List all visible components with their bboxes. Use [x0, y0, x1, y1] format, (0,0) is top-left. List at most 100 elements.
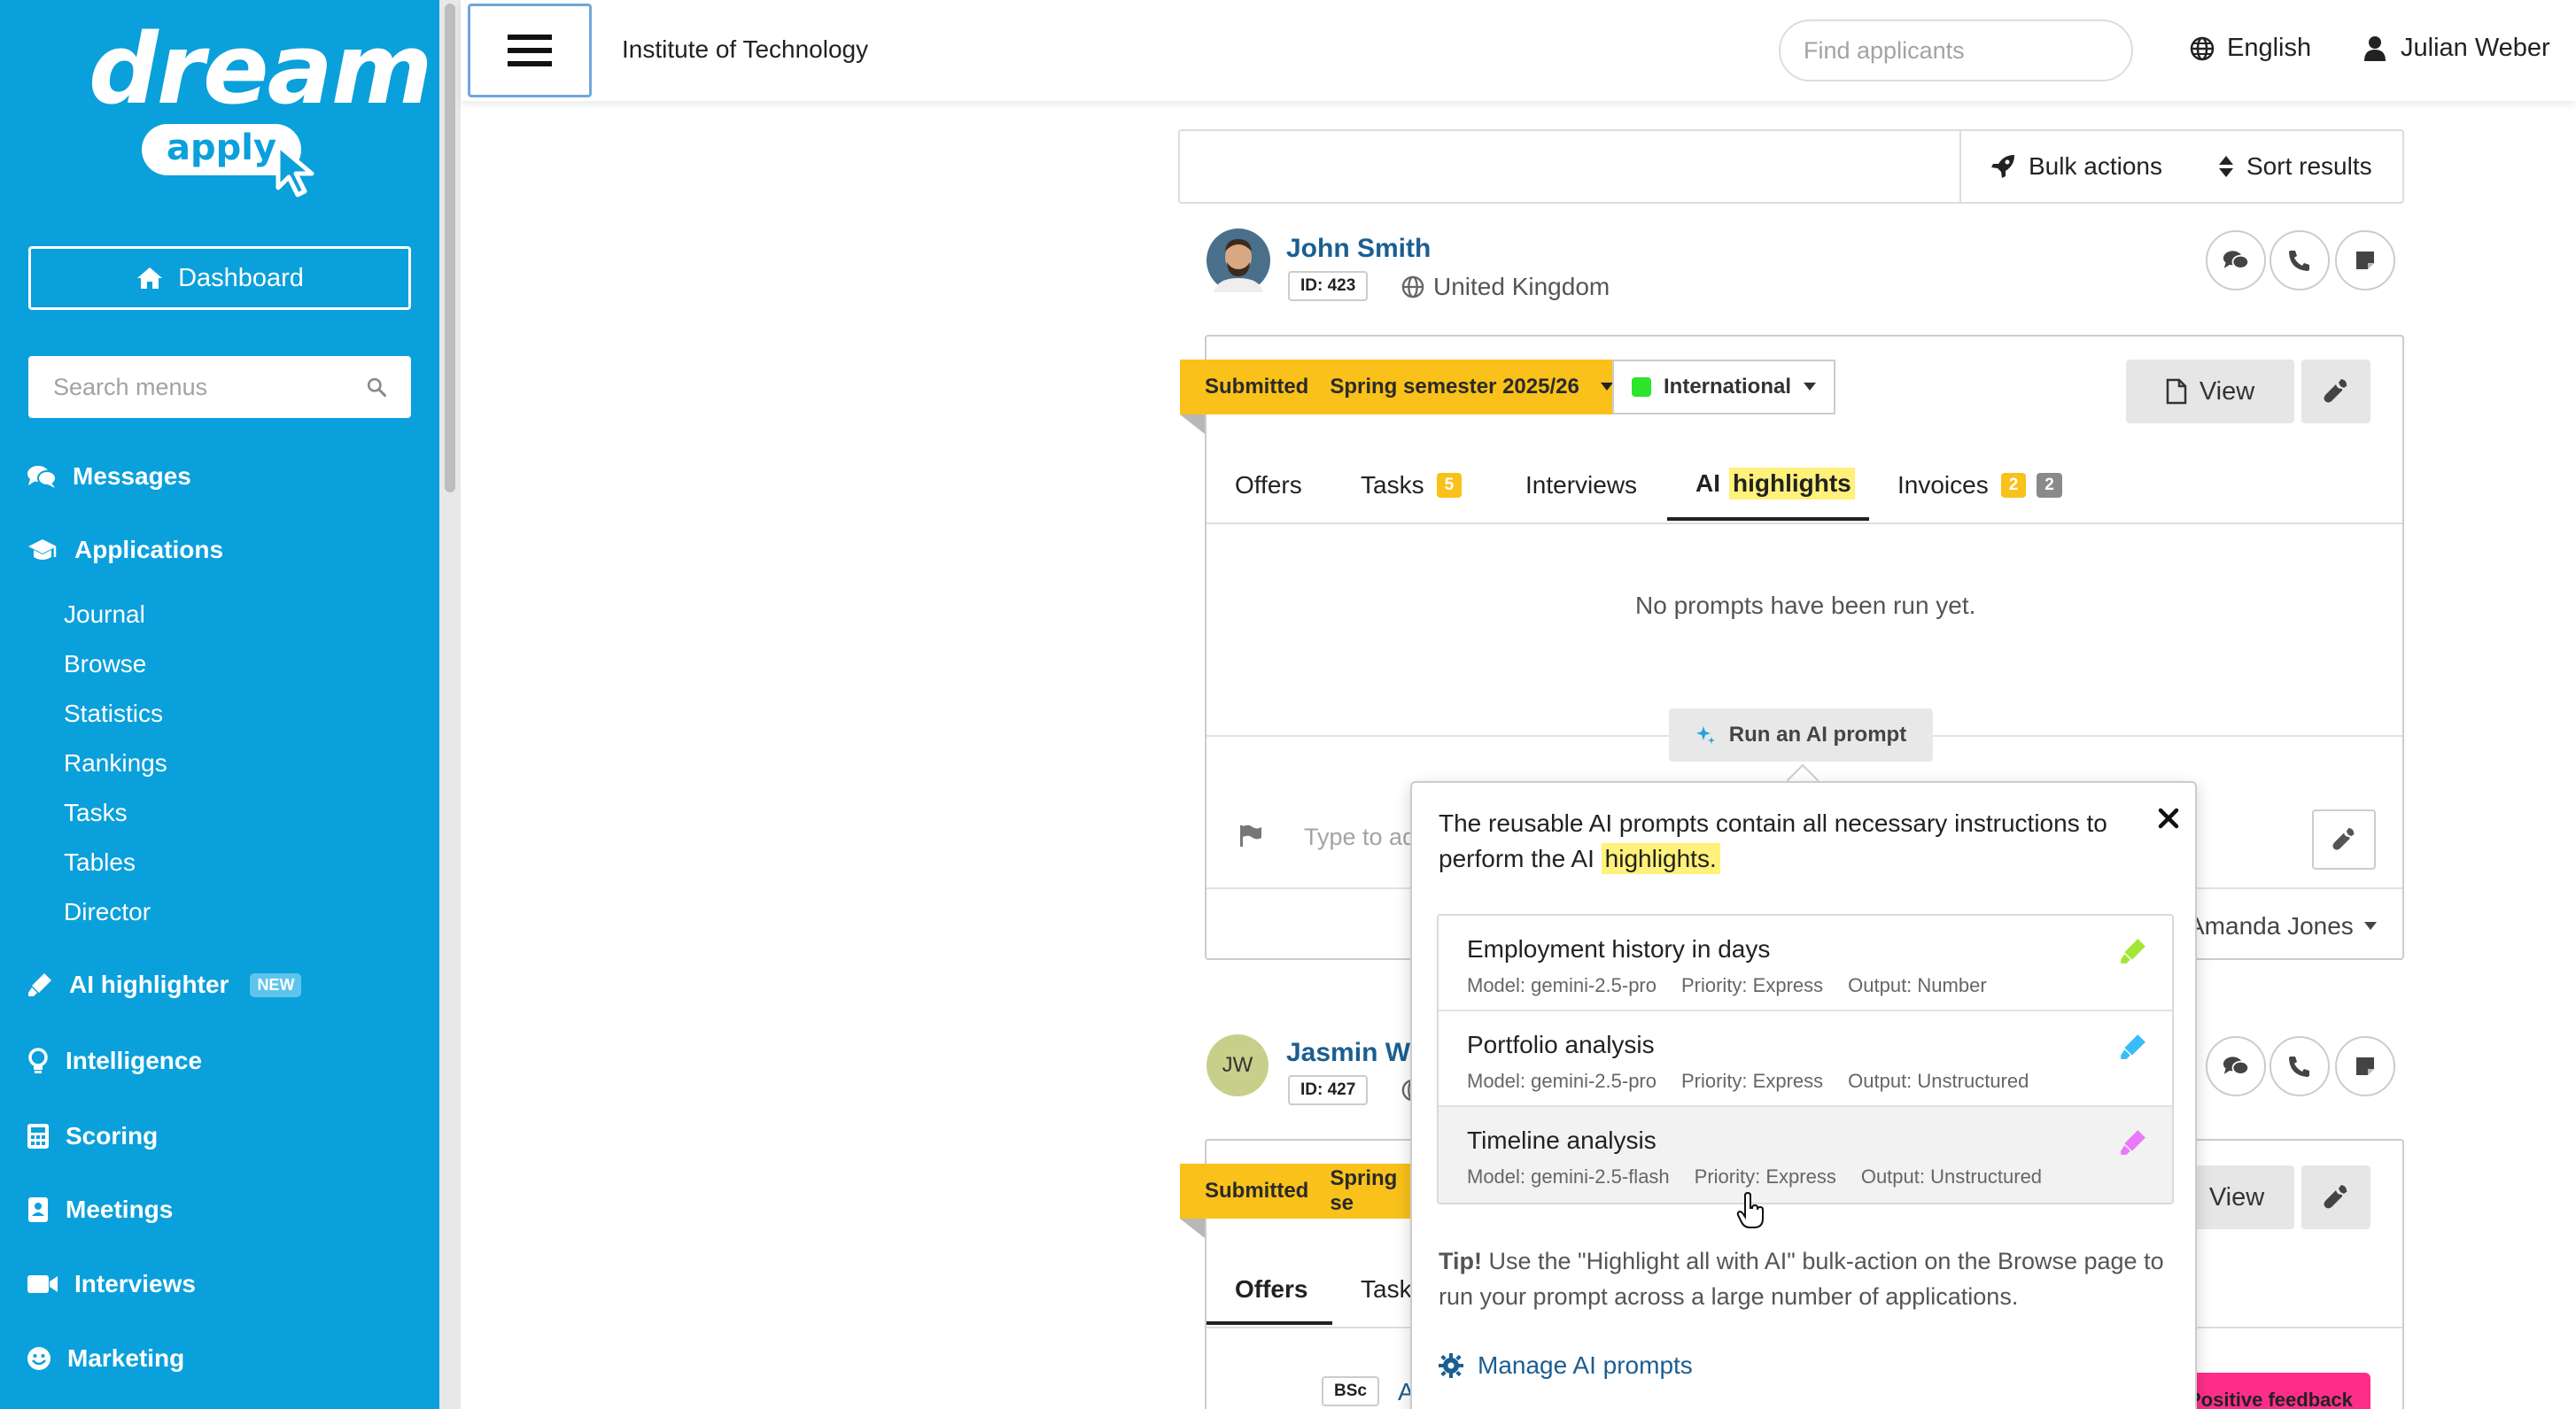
tab-offers[interactable]: Offers	[1235, 1275, 1307, 1304]
run-ai-prompt-label: Run an AI prompt	[1728, 723, 1907, 747]
rocket-icon	[1991, 155, 2014, 178]
prompt-meta: Model: gemini-2.5-flash Priority: Expres…	[1467, 1165, 2042, 1188]
user-menu[interactable]: Julian Weber	[2363, 34, 2550, 63]
new-badge: NEW	[250, 972, 302, 997]
tab-interviews[interactable]: Interviews	[1525, 471, 1637, 499]
nav-statistics[interactable]: Statistics	[64, 700, 163, 728]
find-applicants-field[interactable]	[1779, 19, 2133, 81]
tab-ai-highlights[interactable]: AI highlights	[1695, 468, 1855, 499]
sidebar-scrollbar[interactable]	[439, 0, 461, 1409]
caret-down-icon	[1804, 383, 1817, 391]
call-button[interactable]	[2270, 230, 2330, 290]
run-ai-prompt-button[interactable]: Run an AI prompt	[1669, 708, 1933, 762]
prompt-item-timeline-analysis[interactable]: Timeline analysis Model: gemini-2.5-flas…	[1439, 1107, 2172, 1203]
dashboard-button[interactable]: Dashboard	[28, 246, 411, 310]
category-color-dot	[1632, 377, 1651, 397]
nav-interviews-label: Interviews	[74, 1270, 196, 1297]
sidebar: dream apply Dashboard Messages Applicati…	[0, 0, 439, 1409]
popover-tip: Tip! Use the "Highlight all with AI" bul…	[1439, 1243, 2174, 1314]
tab-tasks[interactable]: Task	[1361, 1275, 1412, 1304]
highlighter-icon	[2121, 1130, 2145, 1155]
nav-director[interactable]: Director	[64, 898, 151, 926]
nav-interviews[interactable]: Interviews	[27, 1270, 196, 1298]
nav-tasks[interactable]: Tasks	[64, 799, 128, 827]
prompt-title: Employment history in days	[1467, 935, 1771, 963]
nav-journal[interactable]: Journal	[64, 600, 145, 629]
avatar[interactable]: JW	[1207, 1034, 1269, 1096]
nav-messages[interactable]: Messages	[27, 462, 191, 491]
note-button[interactable]	[2335, 230, 2395, 290]
calculator-icon	[27, 1124, 49, 1149]
prompt-priority: Priority: Express	[1680, 1070, 1824, 1092]
logo-dream: dream	[89, 12, 432, 126]
nav-browse[interactable]: Browse	[64, 650, 146, 678]
bulk-actions-button[interactable]: Bulk actions	[1990, 152, 2162, 181]
applicant-name-link[interactable]: John Smith	[1286, 234, 1431, 264]
globe-icon	[1401, 275, 1424, 298]
nav-rankings[interactable]: Rankings	[64, 749, 167, 778]
smile-icon	[27, 1347, 50, 1370]
settings-button[interactable]	[2301, 360, 2370, 423]
status-ribbon[interactable]: Submitted Spring semester 2025/26	[1180, 360, 1638, 414]
view-button[interactable]: View	[2126, 360, 2294, 423]
prompt-meta: Model: gemini-2.5-pro Priority: Express …	[1467, 1070, 2029, 1093]
status-ribbon[interactable]: Submitted Spring se	[1180, 1164, 1446, 1219]
tab-tasks[interactable]: Tasks 5	[1361, 471, 1463, 499]
call-button[interactable]	[2270, 1036, 2330, 1096]
nav-tables[interactable]: Tables	[64, 848, 136, 877]
nav-ai-highlighter[interactable]: AI highlighter NEW	[27, 971, 302, 999]
language-selector[interactable]: English	[2190, 34, 2311, 63]
settings-button[interactable]	[2301, 1165, 2370, 1229]
applicant-id-badge: ID: 427	[1288, 1075, 1369, 1105]
flag-icon[interactable]	[1238, 824, 1263, 848]
degree-badge: BSc	[1322, 1376, 1379, 1406]
applicant-name-link[interactable]: Jasmin We	[1286, 1038, 1424, 1068]
gear-icon	[1439, 1353, 1463, 1378]
nav-marketing-label: Marketing	[67, 1344, 185, 1372]
address-book-icon	[28, 1197, 48, 1222]
nav-intelligence[interactable]: Intelligence	[27, 1047, 202, 1075]
menu-toggle-button[interactable]	[468, 4, 592, 97]
nav-intelligence-label: Intelligence	[66, 1047, 203, 1074]
close-icon[interactable]	[2158, 808, 2179, 829]
manage-ai-prompts-link[interactable]: Manage AI prompts	[1439, 1351, 1693, 1380]
comments-icon	[27, 466, 57, 488]
wrench-icon	[2332, 827, 2355, 850]
find-applicants-input[interactable]	[1804, 36, 2117, 65]
sort-results-button[interactable]: Sort results	[2218, 152, 2372, 181]
prompt-model: Model: gemini-2.5-flash	[1467, 1165, 1670, 1188]
status-label: Submitted	[1205, 1179, 1309, 1203]
sidebar-scrollbar-thumb[interactable]	[445, 4, 455, 492]
search-menus-field[interactable]	[28, 356, 411, 418]
lightbulb-icon	[28, 1048, 48, 1073]
popover-intro-text: The reusable AI prompts contain all nece…	[1439, 809, 2107, 872]
nav-meetings[interactable]: Meetings	[27, 1196, 173, 1224]
avatar[interactable]	[1207, 228, 1270, 292]
sparkle-icon	[1695, 726, 1715, 744]
invoices-count-badge-secondary: 2	[2037, 473, 2062, 498]
prompt-model: Model: gemini-2.5-pro	[1467, 974, 1657, 996]
no-prompts-message: No prompts have been run yet.	[1635, 592, 1976, 619]
comment-input-placeholder[interactable]: Type to ad	[1304, 824, 1416, 851]
category-selector[interactable]: International	[1612, 360, 1836, 414]
prompt-item-employment-history[interactable]: Employment history in days Model: gemini…	[1439, 916, 2172, 1011]
phone-icon	[2289, 251, 2309, 271]
message-button[interactable]	[2206, 1036, 2266, 1096]
prompt-output: Output: Unstructured	[1848, 1070, 2029, 1092]
assignee-selector[interactable]: Amanda Jones	[2188, 912, 2377, 941]
ribbon-tail	[1180, 414, 1205, 434]
search-menus-input[interactable]	[53, 373, 367, 401]
nav-applications[interactable]: Applications	[27, 536, 223, 564]
tab-invoices[interactable]: Invoices 2 2	[1897, 471, 2062, 499]
comment-tools-button[interactable]	[2312, 809, 2376, 870]
tab-offers[interactable]: Offers	[1235, 471, 1302, 499]
message-button[interactable]	[2206, 230, 2266, 290]
nav-meetings-label: Meetings	[66, 1196, 174, 1223]
prompt-output: Output: Number	[1848, 974, 1987, 996]
prompt-title: Timeline analysis	[1467, 1126, 1657, 1154]
nav-scoring[interactable]: Scoring	[27, 1122, 158, 1150]
prompt-item-portfolio-analysis[interactable]: Portfolio analysis Model: gemini-2.5-pro…	[1439, 1011, 2172, 1107]
note-button[interactable]	[2335, 1036, 2395, 1096]
top-bar: Institute of Technology English Julian W…	[461, 0, 2576, 101]
nav-marketing[interactable]: Marketing	[27, 1344, 184, 1373]
